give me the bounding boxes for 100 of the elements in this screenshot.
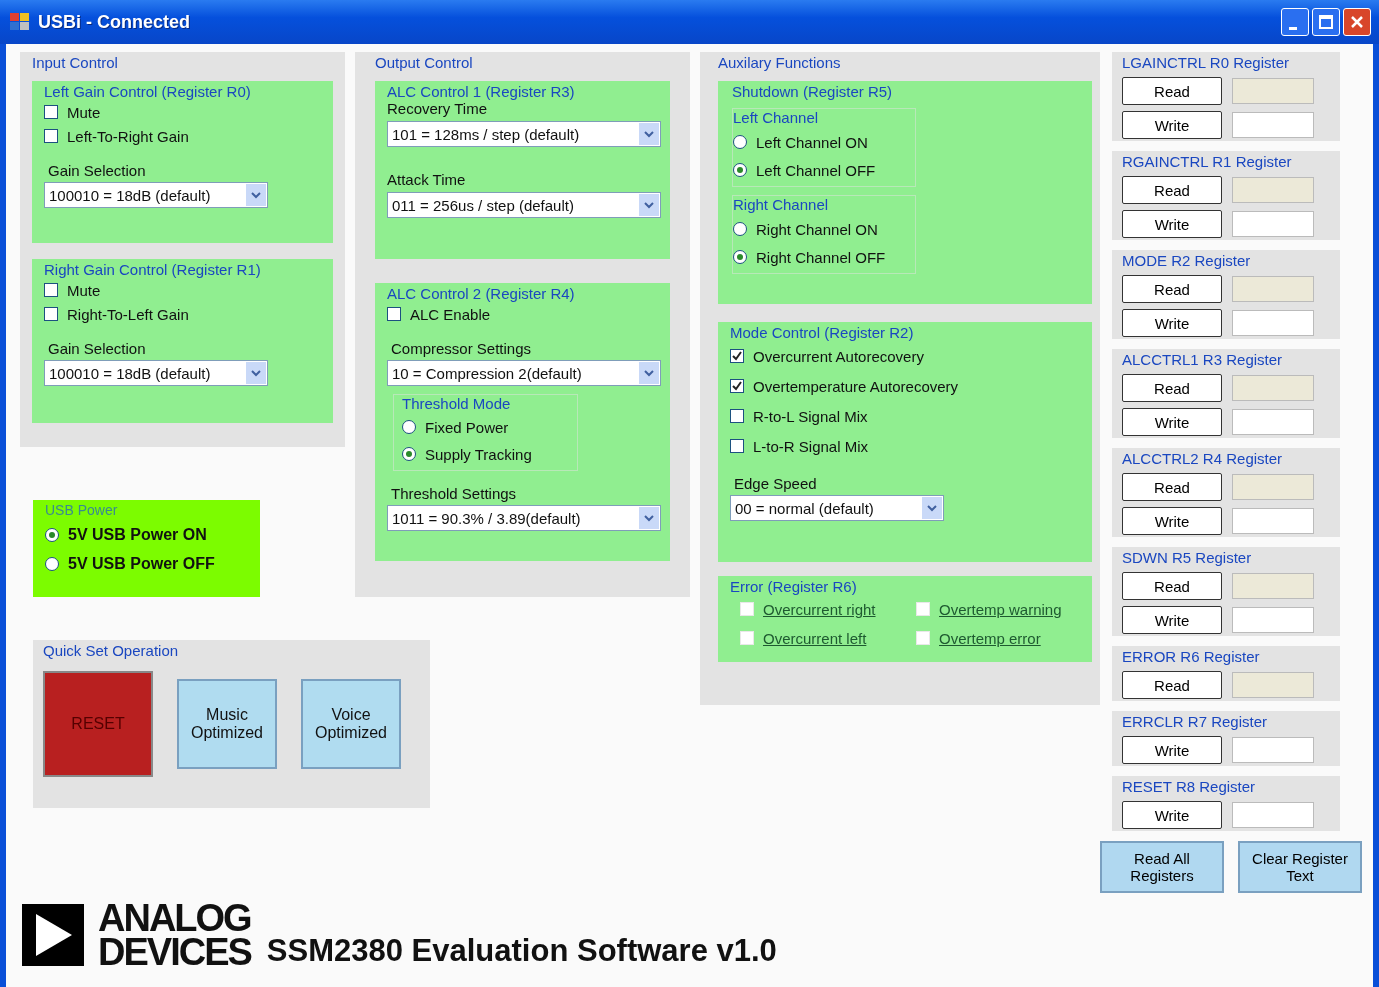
checkbox-label: Left-To-Right Gain [67, 127, 189, 145]
register-value-field[interactable] [1232, 409, 1314, 435]
write-button[interactable]: Write [1122, 210, 1222, 238]
logo-text: ANALOG [98, 901, 251, 935]
register-value-field[interactable] [1232, 276, 1314, 302]
register-value-field[interactable] [1232, 508, 1314, 534]
group-title: ALC Control 1 (Register R3) [387, 83, 575, 100]
radio-button[interactable] [733, 222, 747, 236]
panel-title: Auxilary Functions [718, 54, 842, 71]
checkbox-label: ALC Enable [410, 305, 491, 323]
app-icon [10, 13, 30, 31]
panel-title: ERROR R6 Register [1122, 648, 1261, 665]
register-value-field[interactable] [1232, 672, 1314, 698]
panel-title: RGAINCTRL R1 Register [1122, 153, 1293, 170]
radio-label: Fixed Power [425, 418, 509, 436]
checkbox-label: L-to-R Signal Mix [753, 437, 869, 455]
checkbox[interactable] [44, 307, 58, 321]
checkbox[interactable] [730, 439, 744, 453]
read-button[interactable]: Read [1122, 176, 1222, 204]
group-title: ALC Control 2 (Register R4) [387, 285, 575, 302]
read-button[interactable]: Read [1122, 572, 1222, 600]
write-button[interactable]: Write [1122, 111, 1222, 139]
radio-button[interactable] [733, 163, 747, 177]
field-label: Attack Time [387, 171, 467, 188]
radio-label: 5V USB Power ON [68, 526, 207, 544]
checkbox[interactable] [44, 283, 58, 297]
write-button[interactable]: Write [1122, 507, 1222, 535]
checkbox[interactable] [730, 409, 744, 423]
field-label: Threshold Settings [391, 485, 517, 502]
read-button[interactable]: Read [1122, 473, 1222, 501]
panel-title: Output Control [375, 54, 474, 71]
register-value-field[interactable] [1232, 802, 1314, 828]
field-label: Compressor Settings [391, 340, 532, 357]
chevron-down-icon [644, 130, 654, 138]
register-value-field[interactable] [1232, 607, 1314, 633]
radio-button[interactable] [45, 557, 59, 571]
write-button[interactable]: Write [1122, 606, 1222, 634]
checkbox[interactable] [730, 379, 744, 393]
edge-speed-dropdown[interactable]: 00 = normal (default) [730, 495, 944, 521]
register-value-field[interactable] [1232, 112, 1314, 138]
read-button[interactable]: Read [1122, 275, 1222, 303]
app-title: SSM2380 Evaluation Software v1.0 [266, 933, 777, 969]
window-title: USBi - Connected [38, 11, 190, 33]
checkbox-label: R-to-L Signal Mix [753, 407, 868, 425]
checkbox[interactable] [44, 129, 58, 143]
radio-button[interactable] [45, 528, 59, 542]
close-icon [1350, 15, 1364, 29]
register-value-field[interactable] [1232, 78, 1314, 104]
read-button[interactable]: Read [1122, 671, 1222, 699]
radio-button[interactable] [402, 420, 416, 434]
write-button[interactable]: Write [1122, 309, 1222, 337]
action-button[interactable]: Read All Registers [1100, 841, 1224, 893]
write-button[interactable]: Write [1122, 801, 1222, 829]
read-button[interactable]: Read [1122, 374, 1222, 402]
minimize-icon [1289, 26, 1297, 30]
panel-title: MODE R2 Register [1122, 252, 1252, 269]
chevron-down-icon [251, 369, 261, 377]
gain-dropdown[interactable]: 100010 = 18dB (default) [44, 182, 268, 208]
radio-button[interactable] [402, 447, 416, 461]
register-value-field[interactable] [1232, 474, 1314, 500]
read-button[interactable]: Read [1122, 77, 1222, 105]
radio-label: Left Channel ON [756, 133, 868, 151]
radio-label: Right Channel ON [756, 220, 878, 238]
checkbox-label: Mute [67, 281, 101, 299]
register-value-field[interactable] [1232, 177, 1314, 203]
register-value-field[interactable] [1232, 310, 1314, 336]
register-value-field[interactable] [1232, 375, 1314, 401]
radio-button[interactable] [733, 135, 747, 149]
register-value-field[interactable] [1232, 737, 1314, 763]
preset-button[interactable]: Music Optimized [177, 679, 277, 769]
maximize-button[interactable] [1312, 8, 1340, 36]
checkbox[interactable] [730, 349, 744, 363]
error-flag-label: Overcurrent right [763, 600, 876, 618]
logo-text: DEVICES [98, 935, 251, 969]
minimize-button[interactable] [1281, 8, 1309, 36]
register-value-field[interactable] [1232, 211, 1314, 237]
checkbox[interactable] [44, 105, 58, 119]
radio-label: Supply Tracking [425, 445, 532, 463]
write-button[interactable]: Write [1122, 736, 1222, 764]
register-value-field[interactable] [1232, 573, 1314, 599]
threshold-dropdown[interactable]: 1011 = 90.3% / 3.89(default) [387, 505, 661, 531]
radio-button[interactable] [733, 250, 747, 264]
checkbox[interactable] [387, 307, 401, 321]
panel-title: LGAINCTRL R0 Register [1122, 54, 1290, 71]
error-flag-label: Overcurrent left [763, 629, 867, 647]
compressor-dropdown[interactable]: 10 = Compression 2(default) [387, 360, 661, 386]
radio-label: Left Channel OFF [756, 161, 876, 179]
group-title: Shutdown (Register R5) [732, 83, 893, 100]
checkbox-label: Overcurrent Autorecovery [753, 347, 924, 365]
action-button[interactable]: Clear Register Text [1238, 841, 1362, 893]
setting-dropdown[interactable]: 011 = 256us / step (default) [387, 192, 661, 218]
write-button[interactable]: Write [1122, 408, 1222, 436]
error-flag-label: Overtemp error [939, 629, 1041, 647]
chevron-down-icon [927, 504, 937, 512]
panel-title: ALCCTRL2 R4 Register [1122, 450, 1284, 467]
gain-dropdown[interactable]: 100010 = 18dB (default) [44, 360, 268, 386]
setting-dropdown[interactable]: 101 = 128ms / step (default) [387, 121, 661, 147]
preset-button[interactable]: Voice Optimized [301, 679, 401, 769]
close-button[interactable] [1343, 8, 1371, 36]
panel-title: SDWN R5 Register [1122, 549, 1253, 566]
